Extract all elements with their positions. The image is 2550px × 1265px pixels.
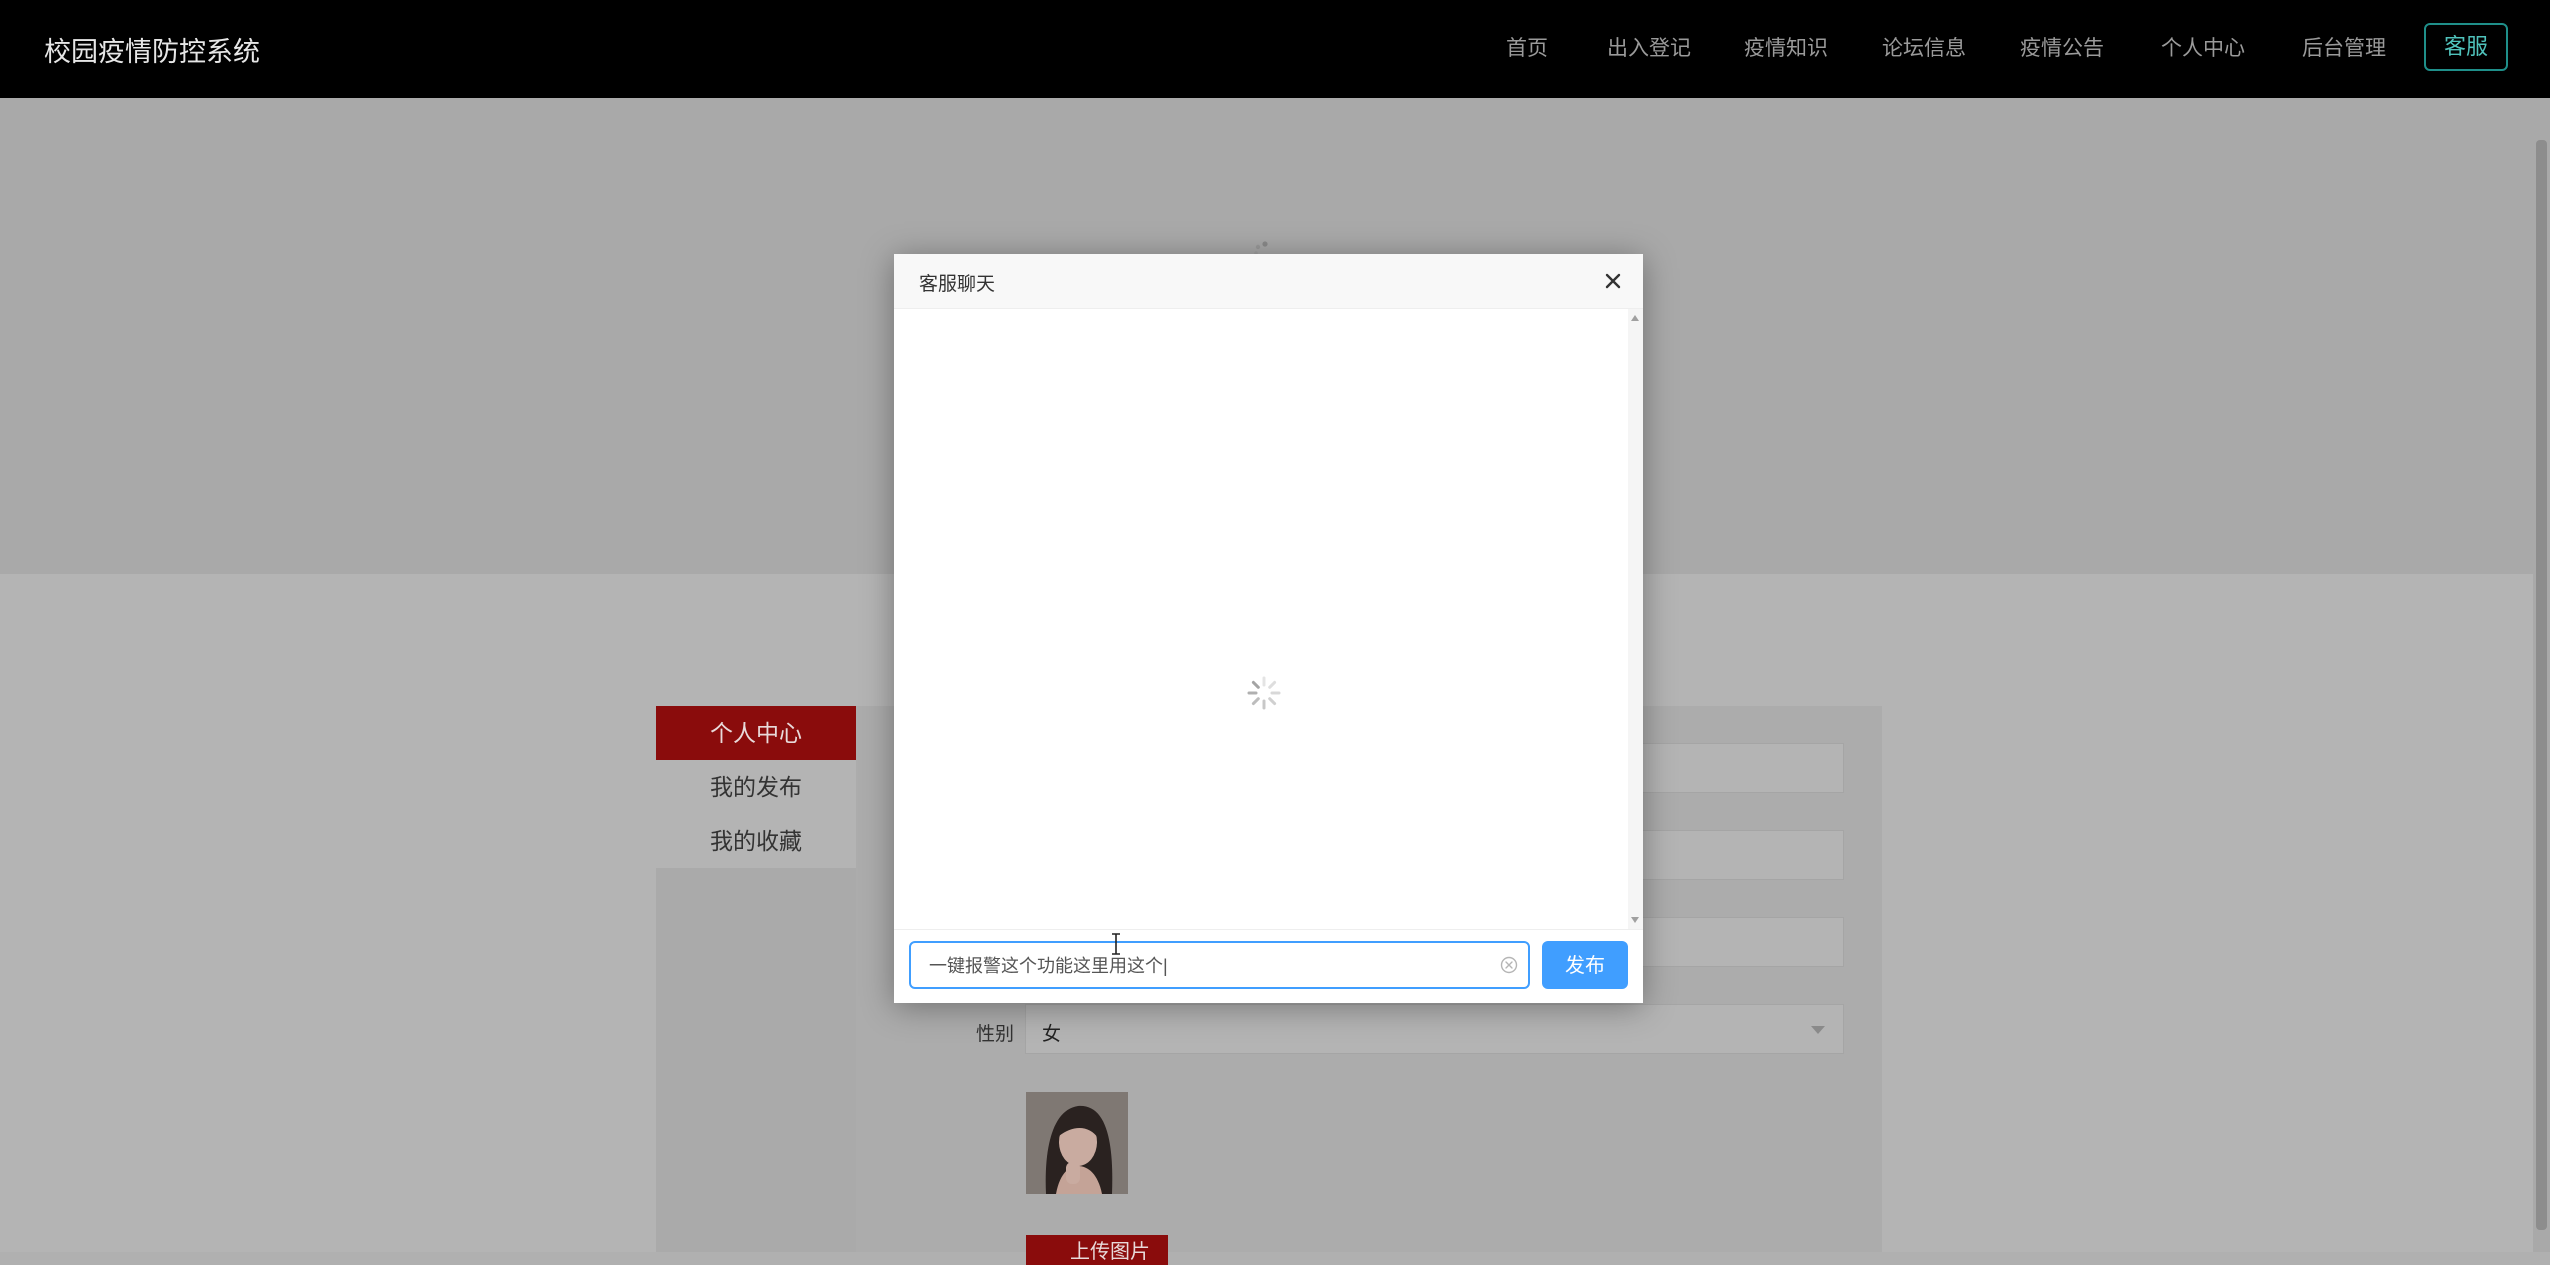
gender-select[interactable]: 女 (1025, 1004, 1844, 1054)
close-icon[interactable] (1599, 267, 1627, 295)
sidebar-item-my-posts[interactable]: 我的发布 (656, 760, 856, 814)
site-brand[interactable]: 校园疫情防控系统 (44, 30, 260, 69)
page-scrollbar[interactable] (2533, 98, 2550, 1252)
chat-dialog: 客服聊天 发布 (894, 254, 1643, 1003)
nav-admin[interactable]: 后台管理 (2302, 32, 2386, 62)
gender-value: 女 (1042, 1024, 1062, 1045)
top-navbar: 校园疫情防控系统 首页 出入登记 疫情知识 论坛信息 疫情公告 个人中心 后台管… (0, 0, 2550, 98)
nav-announcements[interactable]: 疫情公告 (2020, 32, 2104, 62)
avatar (1026, 1092, 1128, 1194)
nav-personal-center[interactable]: 个人中心 (2161, 32, 2245, 62)
page-scrollbar-thumb[interactable] (2536, 140, 2547, 1230)
scroll-down-icon[interactable] (1631, 917, 1639, 923)
gender-label: 性别 (976, 1024, 1015, 1045)
text-cursor-icon (1112, 933, 1120, 955)
nav-home[interactable]: 首页 (1506, 32, 1548, 62)
circle-close-icon[interactable] (1499, 955, 1519, 975)
customer-service-button[interactable]: 客服 (2424, 23, 2508, 71)
chat-dialog-header: 客服聊天 (894, 254, 1643, 309)
nav-forum[interactable]: 论坛信息 (1882, 32, 1966, 62)
chat-scrollbar[interactable] (1628, 309, 1643, 929)
avatar-image (1026, 1092, 1128, 1194)
divider (894, 929, 1643, 930)
loading-spinner-icon (1247, 676, 1281, 710)
sidebar-item-my-favorites[interactable]: 我的收藏 (656, 814, 856, 868)
sidebar-filler (656, 868, 856, 1252)
sidebar-menu: 个人中心 我的发布 我的收藏 (656, 706, 856, 1252)
chat-messages-area[interactable] (894, 309, 1628, 929)
upload-image-button[interactable]: 上传图片 (1026, 1235, 1168, 1265)
sidebar-item-personal-center[interactable]: 个人中心 (656, 706, 856, 760)
chat-dialog-title: 客服聊天 (919, 274, 996, 295)
nav-entry-registration[interactable]: 出入登记 (1607, 32, 1691, 62)
publish-button[interactable]: 发布 (1542, 941, 1628, 989)
scroll-up-icon[interactable] (1631, 315, 1639, 321)
chat-message-input[interactable] (909, 941, 1530, 989)
chevron-down-icon (1811, 1026, 1825, 1034)
nav-epidemic-knowledge[interactable]: 疫情知识 (1744, 32, 1828, 62)
